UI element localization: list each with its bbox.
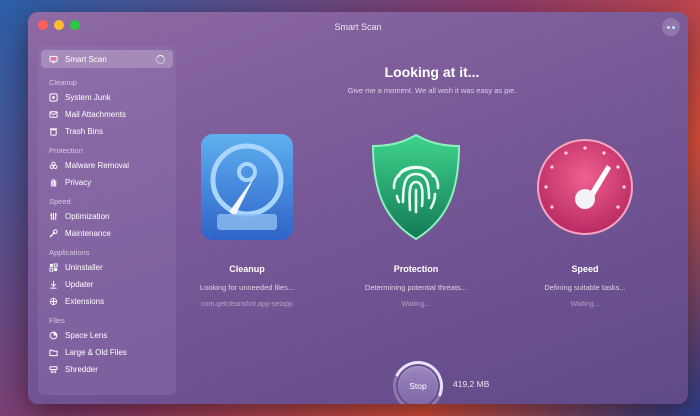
assistant-dot-icon	[667, 25, 670, 29]
window-controls	[38, 20, 80, 30]
module-title: Cleanup	[229, 264, 265, 274]
cleanup-module: Cleanup Looking for unneeded files... co…	[182, 132, 312, 308]
sidebar-item-label: Mail Attachments	[65, 110, 126, 119]
sidebar-item-label: System Junk	[65, 93, 111, 102]
sidebar-section-files: Files	[49, 316, 65, 325]
sidebar-item-space-lens[interactable]: Space Lens	[41, 327, 173, 344]
module-status: Determining potential threats...	[364, 283, 468, 292]
updater-icon	[49, 280, 58, 289]
sidebar-item-maintenance[interactable]: Maintenance	[41, 225, 173, 242]
wrench-icon	[49, 229, 58, 238]
sidebar-item-label: Smart Scan	[65, 54, 107, 64]
sidebar-item-malware-removal[interactable]: Malware Removal	[41, 157, 173, 174]
module-detail: com.getcleanshot.app-setapp	[201, 301, 293, 308]
monitor-icon	[49, 55, 58, 64]
biohazard-icon	[49, 161, 58, 170]
trash-icon	[49, 127, 58, 136]
stop-control: Stop	[385, 353, 451, 404]
window-title: Smart Scan	[334, 22, 382, 32]
sidebar: Smart Scan Cleanup System Junk Mail Atta…	[38, 46, 176, 395]
hard-drive-icon	[197, 132, 297, 242]
sidebar-item-uninstaller[interactable]: Uninstaller	[41, 259, 173, 276]
sidebar-item-updater[interactable]: Updater	[41, 276, 173, 293]
scanned-size: 419,2 MB	[453, 379, 490, 389]
sidebar-section-cleanup: Cleanup	[49, 78, 77, 87]
scan-progress-icon	[156, 54, 165, 64]
sliders-icon	[49, 212, 58, 221]
module-status: Looking for unneeded files...	[199, 283, 295, 292]
minimize-window-button[interactable]	[54, 20, 64, 30]
junk-icon	[49, 93, 58, 102]
sidebar-item-extensions[interactable]: Extensions	[41, 293, 173, 310]
assistant-dot-icon	[672, 25, 675, 29]
speed-module: Speed Defining suitable tasks... Waiting…	[520, 132, 650, 308]
shield-fingerprint-icon	[366, 132, 466, 242]
sidebar-item-label: Updater	[65, 280, 94, 289]
sidebar-item-label: Shredder	[65, 365, 98, 374]
sidebar-item-label: Malware Removal	[65, 161, 130, 170]
scan-headline: Looking at it...	[384, 64, 480, 80]
sidebar-section-applications: Applications	[49, 248, 90, 257]
sidebar-item-shredder[interactable]: Shredder	[41, 361, 173, 378]
zoom-window-button[interactable]	[70, 20, 80, 30]
sidebar-item-label: Extensions	[65, 297, 105, 306]
sidebar-item-label: Large & Old Files	[65, 348, 127, 357]
module-status: Defining suitable tasks...	[544, 283, 626, 292]
sidebar-item-optimization[interactable]: Optimization	[41, 208, 173, 225]
sidebar-item-trash-bins[interactable]: Trash Bins	[41, 123, 173, 140]
sidebar-item-label: Trash Bins	[65, 127, 103, 136]
sidebar-item-large-old-files[interactable]: Large & Old Files	[41, 344, 173, 361]
sidebar-section-protection: Protection	[49, 146, 83, 155]
sidebar-item-label: Maintenance	[65, 229, 111, 238]
space-lens-icon	[49, 331, 58, 340]
sidebar-item-label: Optimization	[65, 212, 110, 221]
close-window-button[interactable]	[38, 20, 48, 30]
sidebar-item-privacy[interactable]: Privacy	[41, 174, 173, 191]
scan-subline: Give me a moment. We all wish it was eas…	[347, 86, 517, 95]
sidebar-item-label: Privacy	[65, 178, 92, 187]
sidebar-section-speed: Speed	[49, 197, 71, 206]
sidebar-item-mail-attachments[interactable]: Mail Attachments	[41, 106, 173, 123]
module-detail: Waiting...	[570, 301, 600, 308]
protection-module: Protection Determining potential threats…	[351, 132, 481, 308]
folder-icon	[49, 348, 58, 357]
speedometer-icon	[535, 132, 635, 242]
uninstaller-icon	[49, 263, 58, 272]
hand-icon	[49, 178, 58, 187]
module-title: Protection	[393, 264, 439, 274]
module-detail: Waiting...	[401, 301, 431, 308]
sidebar-item-smart-scan[interactable]: Smart Scan	[41, 50, 173, 68]
shredder-icon	[49, 365, 58, 374]
stop-button[interactable]: Stop	[398, 366, 438, 404]
sidebar-item-label: Space Lens	[65, 331, 108, 340]
app-window: Smart Scan Smart Scan Cleanup System Jun…	[28, 12, 688, 404]
module-title: Speed	[571, 264, 599, 274]
sidebar-item-system-junk[interactable]: System Junk	[41, 89, 173, 106]
mail-icon	[49, 110, 58, 119]
extensions-icon	[49, 297, 58, 306]
assistant-button[interactable]	[662, 18, 680, 36]
sidebar-item-label: Uninstaller	[65, 263, 103, 272]
